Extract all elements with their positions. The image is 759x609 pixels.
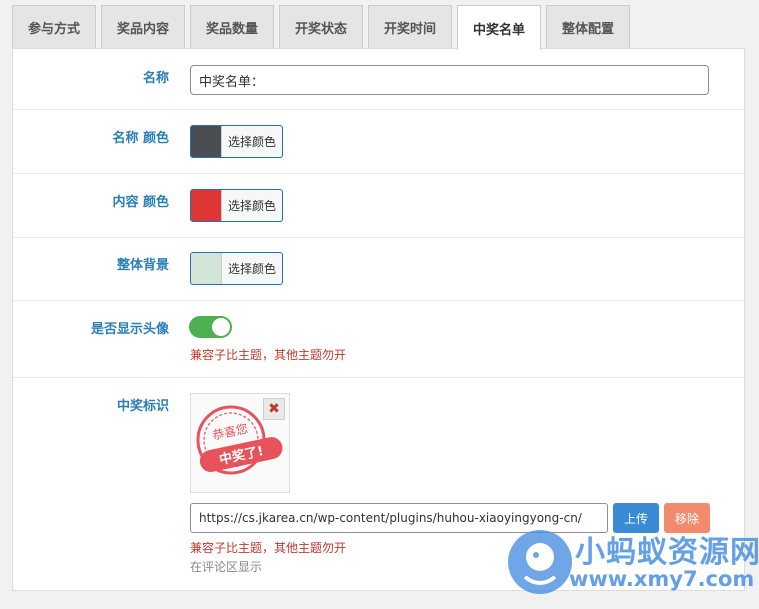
winner-badge-note-2: 在评论区显示 xyxy=(190,560,263,574)
toggle-knob xyxy=(212,318,230,336)
winner-badge-note: 兼容子比主题，其他主题勿开 xyxy=(190,541,347,555)
row-name-color: 名称 颜色 选择颜色 xyxy=(13,110,744,174)
stamp-top-text: 恭喜您 xyxy=(211,421,249,443)
show-avatar-note: 兼容子比主题，其他主题勿开 xyxy=(190,348,347,362)
content-color-picker[interactable]: 选择颜色 xyxy=(190,189,283,222)
remove-button[interactable]: 移除 xyxy=(664,503,710,533)
tab-prize-quantity[interactable]: 奖品数量 xyxy=(190,5,274,49)
name-color-label: 名称 颜色 xyxy=(112,131,169,146)
row-show-avatar: 是否显示头像 兼容子比主题，其他主题勿开 xyxy=(13,301,744,378)
tab-prize-content[interactable]: 奖品内容 xyxy=(101,5,185,49)
content-color-swatch xyxy=(191,190,221,221)
row-background: 整体背景 选择颜色 xyxy=(13,238,744,301)
show-avatar-toggle[interactable] xyxy=(189,316,232,338)
upload-button[interactable]: 上传 xyxy=(613,503,659,533)
row-content-color: 内容 颜色 选择颜色 xyxy=(13,174,744,238)
close-icon[interactable]: ✖ xyxy=(263,398,285,420)
tab-draw-time[interactable]: 开奖时间 xyxy=(368,5,452,49)
show-avatar-label: 是否显示头像 xyxy=(90,322,169,337)
content-color-button-label: 选择颜色 xyxy=(221,190,282,221)
background-color-swatch xyxy=(191,253,221,284)
row-name: 名称 xyxy=(13,49,744,110)
tab-global-config[interactable]: 整体配置 xyxy=(546,5,630,49)
tab-draw-status[interactable]: 开奖状态 xyxy=(279,5,363,49)
name-color-picker[interactable]: 选择颜色 xyxy=(190,125,283,158)
winner-badge-label: 中奖标识 xyxy=(116,399,169,414)
name-color-button-label: 选择颜色 xyxy=(221,126,282,157)
row-winner-badge: 中奖标识 恭喜您 中奖了! ✖ 上传 移除 兼容子比主题，其他主题勿开 在评论区… xyxy=(13,378,744,592)
background-color-button-label: 选择颜色 xyxy=(221,253,282,284)
tab-participation[interactable]: 参与方式 xyxy=(12,5,96,49)
badge-image-preview: 恭喜您 中奖了! ✖ xyxy=(190,393,290,493)
name-input[interactable] xyxy=(190,65,709,95)
name-label: 名称 xyxy=(142,71,169,86)
background-label: 整体背景 xyxy=(116,258,169,273)
tab-winner-list[interactable]: 中奖名单 xyxy=(457,5,541,50)
badge-url-input[interactable] xyxy=(190,503,608,533)
name-color-swatch xyxy=(191,126,221,157)
settings-panel: 名称 名称 颜色 选择颜色 内容 颜色 选择颜色 整体背景 选择颜色 是否显示头… xyxy=(12,48,745,591)
content-color-label: 内容 颜色 xyxy=(112,195,169,210)
background-color-picker[interactable]: 选择颜色 xyxy=(190,252,283,285)
